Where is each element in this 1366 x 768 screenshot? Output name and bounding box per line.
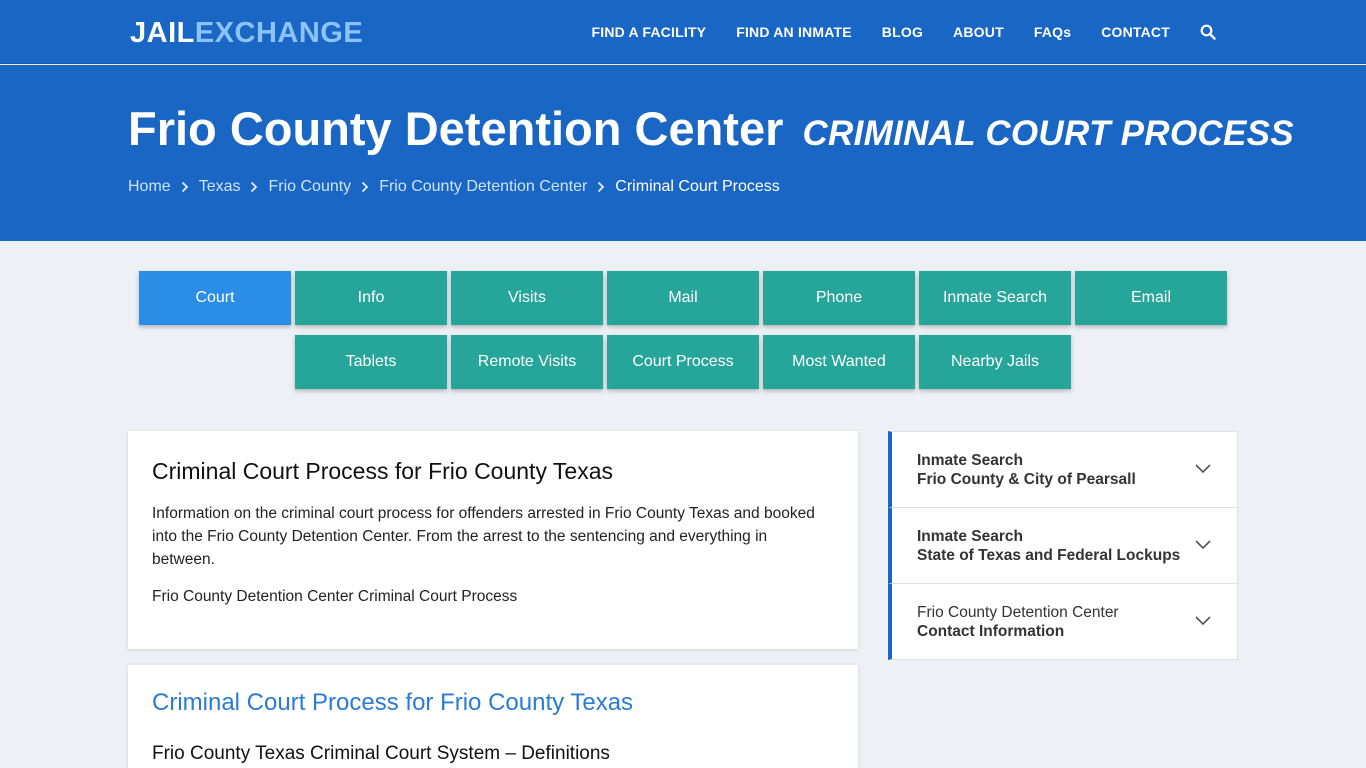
tab-court[interactable]: Court [139,271,291,325]
page-title-main: Frio County Detention Center [128,102,784,155]
search-icon[interactable] [1200,24,1216,40]
top-navbar: JAILEXCHANGE FIND A FACILITY FIND AN INM… [0,0,1366,64]
breadcrumb-home[interactable]: Home [128,178,171,196]
tab-email[interactable]: Email [1075,271,1227,325]
tab-court-process[interactable]: Court Process [607,335,759,389]
tab-mail[interactable]: Mail [607,271,759,325]
accordion-line2: Frio County & City of Pearsall [917,471,1136,488]
page-title: Frio County Detention Center CRIMINAL CO… [128,101,1294,162]
tab-tablets[interactable]: Tablets [295,335,447,389]
intro-heading: Criminal Court Process for Frio County T… [152,458,613,484]
tab-phone[interactable]: Phone [763,271,915,325]
nav-faqs[interactable]: FAQs [1034,24,1071,40]
nav-blog[interactable]: BLOG [882,24,923,40]
breadcrumb-detention-center[interactable]: Frio County Detention Center [379,178,587,196]
tab-most-wanted[interactable]: Most Wanted [763,335,915,389]
breadcrumb-current: Criminal Court Process [615,178,780,195]
chevron-right-icon [597,181,605,193]
accordion-line2: Contact Information [917,623,1065,640]
site-logo[interactable]: JAILEXCHANGE [130,16,363,50]
nav-contact[interactable]: CONTACT [1101,24,1170,40]
chevron-down-icon[interactable] [1194,538,1212,550]
tab-visits[interactable]: Visits [451,271,603,325]
chevron-right-icon [361,181,369,193]
intro-card: Criminal Court Process for Frio County T… [128,431,858,649]
nav-about[interactable]: ABOUT [953,24,1004,40]
chevron-right-icon [181,181,189,193]
breadcrumb-frio-county[interactable]: Frio County [268,178,351,196]
process-heading: Criminal Court Process for Frio County T… [152,689,634,716]
main-nav: FIND A FACILITY FIND AN INMATE BLOG ABOU… [561,0,1216,64]
tab-info[interactable]: Info [295,271,447,325]
chevron-down-icon[interactable] [1194,614,1212,626]
chevron-right-icon [250,181,258,193]
breadcrumb-texas[interactable]: Texas [199,178,241,196]
chevron-down-icon[interactable] [1194,462,1212,474]
definitions-heading: Frio County Texas Criminal Court System … [152,743,610,764]
nav-find-facility[interactable]: FIND A FACILITY [591,24,706,40]
process-card: Criminal Court Process for Frio County T… [128,665,858,768]
tab-remote-visits[interactable]: Remote Visits [451,335,603,389]
accordion-line2: State of Texas and Federal Lockups [917,547,1181,564]
accordion-line1: Frio County Detention Center [917,604,1119,621]
page-hero: Frio County Detention Center CRIMINAL CO… [0,65,1366,241]
accordion-line1: Inmate Search [917,452,1023,469]
intro-note: Frio County Detention Center Criminal Co… [152,588,518,605]
tab-inmate-search[interactable]: Inmate Search [919,271,1071,325]
intro-text: Information on the criminal court proces… [152,505,815,568]
tab-nearby-jails[interactable]: Nearby Jails [919,335,1071,389]
breadcrumb: Home Texas Frio County Frio County Deten… [128,178,780,196]
logo-exchange: EXCHANGE [194,17,364,49]
accordion-line1: Inmate Search [917,528,1023,545]
accordion-inmate-search-county[interactable]: Inmate Search Frio County & City of Pear… [888,431,1238,508]
accordion-contact-info[interactable]: Frio County Detention Center Contact Inf… [888,583,1238,660]
sidebar-accordion: Inmate Search Frio County & City of Pear… [888,431,1238,660]
logo-jail: JAIL [130,17,195,49]
page-title-sub: CRIMINAL COURT PROCESS [802,114,1294,153]
accordion-inmate-search-state[interactable]: Inmate Search State of Texas and Federal… [888,507,1238,584]
nav-find-inmate[interactable]: FIND AN INMATE [736,24,852,40]
